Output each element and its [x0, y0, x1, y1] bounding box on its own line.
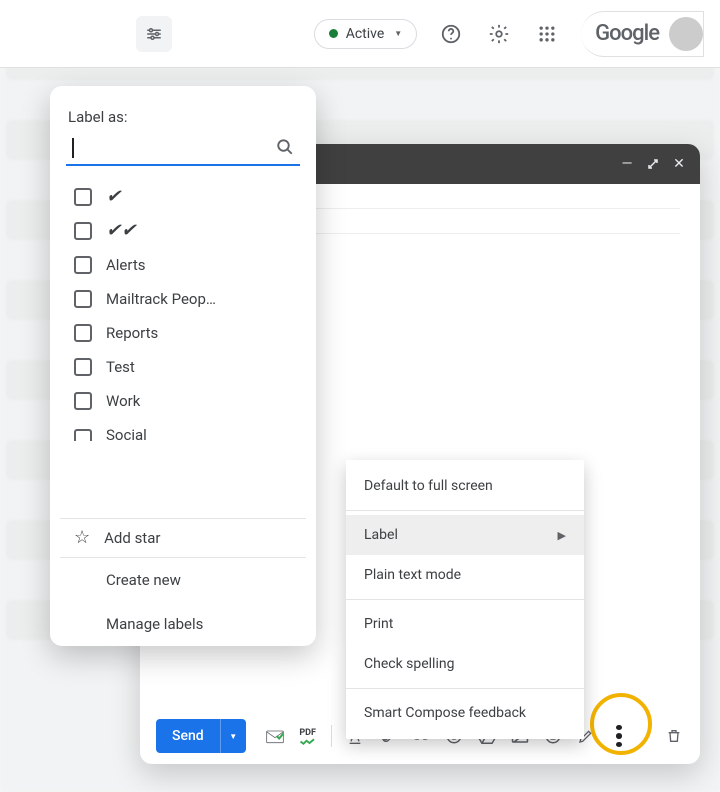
label-row[interactable]: Social	[60, 418, 306, 452]
status-pill[interactable]: Active ▼	[314, 19, 417, 49]
fullscreen-icon[interactable]	[646, 157, 660, 171]
add-star-label: Add star	[104, 529, 160, 547]
label-row[interactable]: Work	[60, 384, 306, 418]
settings-icon[interactable]	[485, 20, 513, 48]
menu-item-fullscreen[interactable]: Default to full screen	[346, 466, 584, 506]
status-dot-icon	[329, 29, 338, 38]
checkbox[interactable]	[74, 392, 92, 410]
label-name: ✔✔	[106, 222, 136, 240]
google-logo: Google	[595, 21, 659, 46]
label-row[interactable]: Alerts	[60, 248, 306, 282]
checkbox[interactable]	[74, 222, 92, 240]
more-options-button[interactable]	[609, 726, 629, 746]
close-icon[interactable]: ✕	[672, 157, 686, 171]
checkbox[interactable]	[74, 324, 92, 342]
checkbox[interactable]	[74, 358, 92, 376]
create-label-text: Create new	[106, 571, 181, 589]
trash-icon[interactable]	[664, 726, 684, 746]
label-name: Test	[106, 358, 135, 376]
help-icon[interactable]	[437, 20, 465, 48]
menu-label: Smart Compose feedback	[364, 705, 526, 721]
checkbox[interactable]	[74, 188, 92, 206]
label-name: Alerts	[106, 256, 146, 274]
account-area[interactable]: Google	[581, 11, 704, 57]
menu-label: Default to full screen	[364, 478, 493, 494]
menu-item-label[interactable]: Label ▶	[346, 515, 584, 555]
menu-item-plaintext[interactable]: Plain text mode	[346, 555, 584, 595]
filter-icon[interactable]	[136, 16, 172, 52]
avatar[interactable]	[669, 17, 703, 51]
chevron-right-icon: ▶	[558, 529, 566, 542]
label-name: Reports	[106, 324, 158, 342]
star-icon: ☆	[74, 529, 90, 547]
label-name: ✔	[106, 188, 121, 206]
chevron-down-icon: ▼	[394, 29, 402, 38]
pdf-icon[interactable]: PDF	[298, 726, 318, 746]
search-icon	[276, 138, 294, 156]
label-name: Social	[106, 426, 147, 444]
add-star-row[interactable]: ☆ Add star	[60, 518, 306, 557]
checkbox[interactable]	[74, 290, 92, 308]
label-panel-title: Label as:	[68, 108, 298, 126]
apps-icon[interactable]	[533, 20, 561, 48]
status-label: Active	[346, 26, 385, 42]
menu-item-spelling[interactable]: Check spelling	[346, 644, 584, 684]
label-row[interactable]: Mailtrack Peop…	[60, 282, 306, 316]
checkbox[interactable]	[74, 256, 92, 274]
label-row[interactable]: Reports	[60, 316, 306, 350]
menu-label: Plain text mode	[364, 567, 461, 583]
label-name: Mailtrack Peop…	[106, 290, 216, 308]
top-bar: Active ▼ Google	[0, 0, 720, 68]
label-panel: Label as: ✔ ✔✔ Alerts Mailtrack Peop… Re…	[50, 86, 316, 646]
label-name: Work	[106, 392, 140, 410]
label-row[interactable]: Test	[60, 350, 306, 384]
checkbox[interactable]	[74, 429, 92, 441]
manage-labels-text: Manage labels	[106, 615, 203, 633]
send-dropdown[interactable]: ▼	[220, 719, 246, 753]
menu-label: Label	[364, 527, 398, 543]
label-row[interactable]: ✔	[60, 180, 306, 214]
label-list: ✔ ✔✔ Alerts Mailtrack Peop… Reports Test…	[60, 180, 306, 518]
manage-labels-button[interactable]: Manage labels	[60, 602, 306, 646]
send-label: Send	[156, 719, 220, 753]
menu-item-print[interactable]: Print	[346, 604, 584, 644]
minimize-icon[interactable]: —	[620, 157, 634, 171]
send-button[interactable]: Send ▼	[156, 719, 246, 753]
label-row[interactable]: ✔✔	[60, 214, 306, 248]
menu-label: Check spelling	[364, 656, 454, 672]
more-options-menu: Default to full screen Label ▶ Plain tex…	[346, 460, 584, 739]
mailtrack-icon[interactable]	[265, 726, 285, 746]
menu-item-smart-compose[interactable]: Smart Compose feedback	[346, 693, 584, 733]
label-search-input[interactable]	[66, 134, 300, 166]
create-label-button[interactable]: Create new	[60, 558, 306, 602]
menu-label: Print	[364, 616, 393, 632]
